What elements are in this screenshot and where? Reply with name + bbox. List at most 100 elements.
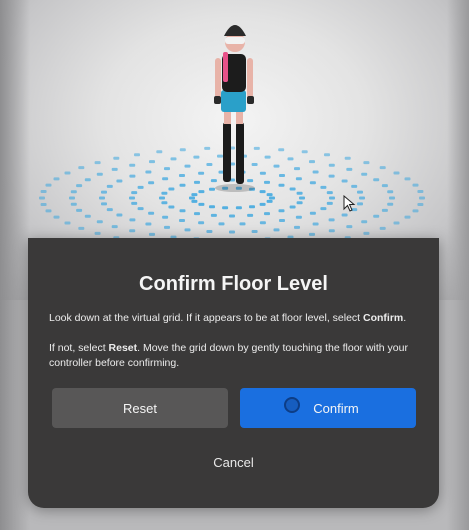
floor-grid-marker — [84, 178, 91, 182]
floor-grid-marker — [273, 228, 280, 232]
floor-grid-marker — [279, 174, 285, 177]
floor-grid-marker — [198, 221, 205, 225]
floor-grid-marker — [387, 202, 394, 206]
floor-grid-marker — [170, 157, 177, 161]
floor-grid-marker — [299, 196, 305, 200]
floor-grid-marker — [189, 196, 195, 200]
floor-grid-marker — [137, 185, 144, 189]
instruction-paragraph-1: Look down at the virtual grid. If it app… — [49, 311, 425, 326]
floor-grid-marker — [259, 221, 266, 225]
floor-grid-marker — [45, 209, 52, 213]
floor-grid-marker — [76, 208, 83, 212]
instruction-paragraph-2: If not, select Reset. Move the grid down… — [49, 341, 425, 371]
floor-grid-marker — [309, 232, 315, 236]
floor-grid-marker — [278, 183, 285, 187]
floor-grid-marker — [301, 150, 308, 154]
floor-grid-marker — [289, 187, 296, 191]
floor-grid-marker — [218, 222, 225, 226]
floor-grid-marker — [129, 163, 136, 167]
confirm-button[interactable]: Confirm — [240, 388, 416, 428]
scene-left-vignette — [0, 0, 30, 530]
floor-grid-marker — [179, 219, 185, 222]
floor-grid-marker — [129, 218, 136, 222]
floor-grid-marker — [179, 174, 185, 177]
floor-grid-marker — [328, 163, 335, 167]
floor-grid-marker — [294, 225, 300, 229]
floor-grid-marker — [381, 208, 388, 212]
instruction-2-text: If not, select — [49, 342, 109, 354]
floor-grid-marker — [70, 202, 77, 206]
floor-grid-marker — [161, 201, 168, 205]
floor-grid-marker — [363, 161, 370, 165]
floor-grid-marker — [247, 213, 254, 217]
floor-grid-marker — [387, 190, 394, 194]
floor-grid-marker — [312, 170, 319, 174]
floor-grid-marker — [351, 184, 358, 188]
floor-grid-marker — [76, 184, 83, 188]
floor-grid-marker — [357, 190, 363, 194]
floor-grid-marker — [145, 222, 152, 226]
floor-grid-marker — [162, 177, 169, 181]
floor-grid-marker — [417, 203, 424, 206]
floor-grid-marker — [168, 187, 175, 191]
floor-grid-marker — [381, 184, 388, 188]
floor-grid-marker — [179, 183, 186, 187]
floor-grid-marker — [106, 184, 113, 188]
floor-grid-marker — [412, 183, 419, 187]
floor-grid-marker — [222, 206, 229, 210]
floor-grid-marker — [249, 205, 255, 209]
floor-grid-marker — [326, 191, 333, 195]
dialog-title: Confirm Floor Level — [139, 273, 328, 295]
cancel-button[interactable]: Cancel — [28, 455, 439, 470]
floor-grid-marker — [148, 181, 155, 185]
floor-grid-marker — [164, 225, 170, 229]
floor-grid-marker — [198, 202, 205, 206]
floor-grid-marker — [184, 228, 191, 232]
floor-grid-marker — [417, 190, 424, 193]
floor-grid-marker — [320, 185, 327, 189]
floor-grid-marker — [329, 196, 335, 200]
floor-grid-marker — [328, 218, 335, 222]
floor-grid-marker — [191, 193, 198, 197]
floor-grid-marker — [341, 213, 348, 217]
floor-grid-marker — [264, 212, 270, 216]
floor-grid-marker — [326, 201, 333, 205]
floor-grid-marker — [40, 190, 47, 193]
floor-grid-marker — [266, 199, 273, 203]
floor-grid-marker — [96, 220, 103, 224]
floor-grid-marker — [84, 214, 91, 218]
floor-grid-marker — [198, 171, 205, 175]
floor-grid-marker — [131, 201, 138, 205]
floor-grid-marker — [404, 215, 411, 219]
floor-grid-marker — [134, 153, 140, 157]
floor-grid-marker — [361, 172, 368, 176]
floor-grid-marker — [393, 221, 400, 225]
floor-grid-marker — [39, 196, 45, 200]
floor-grid-marker — [145, 170, 152, 174]
floor-grid-marker — [69, 196, 75, 200]
floor-grid-marker — [296, 201, 303, 205]
floor-grid-marker — [229, 214, 235, 218]
floor-grid-marker — [116, 213, 123, 217]
floor-grid-marker — [404, 177, 411, 181]
floor-grid-marker — [210, 213, 217, 217]
floor-grid-marker — [113, 156, 120, 160]
floor-grid-marker — [279, 219, 285, 222]
floor-grid-marker — [106, 208, 113, 212]
floor-grid-marker — [53, 177, 60, 181]
floor-grid-marker — [206, 230, 213, 233]
floor-grid-marker — [161, 191, 168, 195]
floor-grid-marker — [419, 196, 425, 200]
floor-grid-marker — [111, 225, 118, 229]
floor-grid-marker — [379, 166, 386, 170]
floor-grid-marker — [379, 226, 386, 230]
vr-avatar — [214, 25, 255, 192]
floor-grid-marker — [116, 179, 123, 183]
floor-grid-marker — [193, 155, 200, 159]
floor-grid-marker — [156, 150, 163, 154]
floor-grid-marker — [309, 211, 316, 215]
floor-grid-marker — [64, 171, 71, 175]
floor-grid-marker — [251, 230, 258, 233]
reset-button[interactable]: Reset — [52, 388, 228, 428]
confirm-floor-dialog: Confirm Floor Level Look down at the vir… — [28, 238, 439, 508]
